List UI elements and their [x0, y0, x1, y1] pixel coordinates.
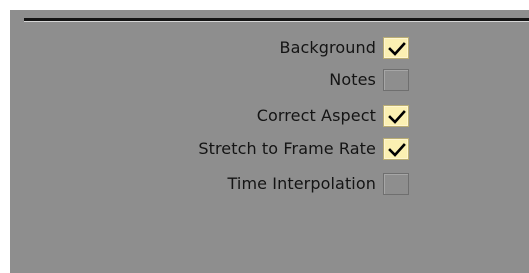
option-row-background: Background: [280, 36, 409, 60]
option-label-correct-aspect: Correct Aspect: [256, 106, 376, 125]
option-row-time-interpolation: Time Interpolation: [228, 172, 409, 196]
option-row-notes: Notes: [329, 68, 409, 92]
options-panel: Background Notes Correct Aspect Stretch …: [10, 10, 529, 273]
option-label-notes: Notes: [329, 70, 376, 89]
option-label-stretch-to-frame-rate: Stretch to Frame Rate: [198, 139, 376, 158]
checkmark-icon: [388, 110, 406, 124]
separator-line: [24, 18, 529, 21]
checkmark-icon: [388, 42, 406, 56]
checkmark-icon: [388, 143, 406, 157]
stretch-to-frame-rate-checkbox[interactable]: [383, 138, 409, 160]
notes-checkbox[interactable]: [383, 69, 409, 91]
option-row-stretch-to-frame-rate: Stretch to Frame Rate: [198, 137, 409, 161]
option-label-background: Background: [279, 38, 376, 57]
background-checkbox[interactable]: [383, 37, 409, 59]
option-label-time-interpolation: Time Interpolation: [227, 174, 376, 193]
correct-aspect-checkbox[interactable]: [383, 105, 409, 127]
option-row-correct-aspect: Correct Aspect: [257, 104, 409, 128]
time-interpolation-checkbox[interactable]: [383, 173, 409, 195]
